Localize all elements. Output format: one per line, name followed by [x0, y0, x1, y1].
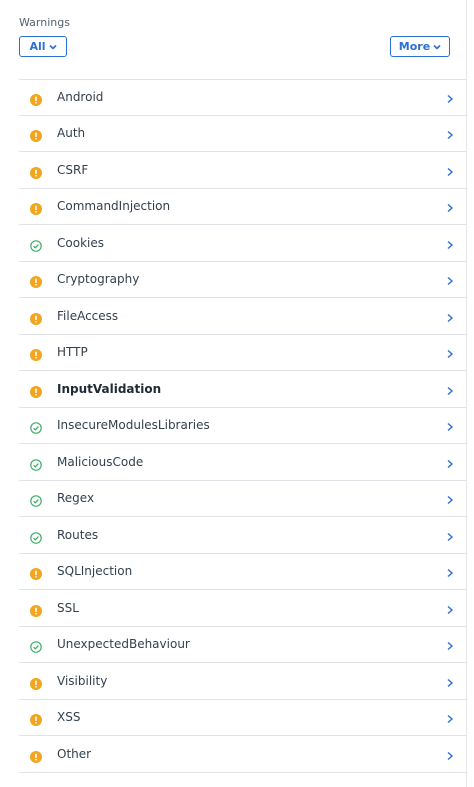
list-item[interactable]: Cookies: [19, 225, 466, 262]
chevron-right-icon[interactable]: [446, 709, 454, 724]
list-item[interactable]: Other: [19, 736, 466, 773]
chevron-right-icon[interactable]: [446, 527, 454, 541]
check-circle-icon: [30, 638, 42, 654]
list-item[interactable]: Cryptography: [19, 262, 466, 298]
warning-icon: [30, 602, 42, 617]
list-item-label: UnexpectedBehaviour: [57, 637, 190, 652]
list-item-label: Visibility: [57, 673, 108, 688]
warning-icon: [30, 383, 42, 398]
list-item[interactable]: UnexpectedBehaviour: [19, 627, 466, 663]
warnings-list: Android Auth CSRF CommandInjection Cookies Cr…: [19, 79, 466, 773]
list-item-label: CSRF: [57, 162, 89, 177]
warning-icon: [30, 200, 42, 216]
list-item-label: HTTP: [57, 345, 88, 360]
list-item[interactable]: Regex: [19, 481, 466, 517]
list-item[interactable]: Routes: [19, 517, 466, 554]
chevron-right-icon[interactable]: [446, 344, 454, 359]
check-circle-icon: [30, 456, 42, 471]
list-item[interactable]: InputValidation: [19, 371, 466, 408]
page-title: Warnings: [19, 16, 70, 29]
chevron-right-icon[interactable]: [446, 235, 454, 249]
more-label: More: [398, 40, 431, 53]
list-item-label: InsecureModulesLibraries: [57, 418, 210, 433]
list-item[interactable]: XSS: [19, 700, 466, 736]
chevron-right-icon[interactable]: [446, 125, 454, 140]
chevron-down-icon: [433, 44, 441, 50]
list-item[interactable]: CSRF: [19, 152, 466, 189]
list-item-label: Cryptography: [57, 272, 140, 287]
list-item-label: Routes: [57, 527, 99, 542]
chevron-right-icon[interactable]: [446, 381, 454, 395]
list-item-label: MaliciousCode: [57, 454, 144, 469]
chevron-right-icon[interactable]: [446, 198, 454, 213]
list-item[interactable]: SSL: [19, 590, 466, 627]
warning-icon: [30, 273, 42, 289]
check-circle-icon: [30, 492, 42, 508]
warning-icon: [30, 127, 42, 143]
chevron-right-icon[interactable]: [446, 746, 454, 760]
check-circle-icon: [30, 419, 42, 435]
list-item-label: CommandInjection: [57, 199, 171, 214]
list-item-label: Other: [57, 746, 92, 761]
chevron-right-icon[interactable]: [446, 417, 454, 432]
chevron-right-icon[interactable]: [446, 162, 454, 176]
list-item-label: Android: [57, 90, 104, 105]
filter-all-label: All: [29, 40, 46, 53]
warning-icon: [30, 91, 42, 107]
check-circle-icon: [30, 529, 42, 544]
list-item-label: InputValidation: [57, 381, 162, 396]
list-item-label: FileAccess: [57, 308, 119, 323]
warning-icon: [30, 346, 42, 362]
chevron-right-icon[interactable]: [446, 636, 454, 651]
chevron-right-icon[interactable]: [446, 673, 454, 687]
list-item-label: XSS: [57, 710, 81, 725]
list-item[interactable]: FileAccess: [19, 298, 466, 335]
chevron-right-icon[interactable]: [446, 271, 454, 286]
list-item[interactable]: HTTP: [19, 335, 466, 371]
warning-icon: [30, 565, 42, 581]
chevron-right-icon[interactable]: [446, 600, 454, 614]
list-item[interactable]: Visibility: [19, 663, 466, 700]
warning-icon: [30, 164, 42, 179]
warning-icon: [30, 711, 42, 727]
warning-icon: [30, 310, 42, 325]
more-dropdown[interactable]: More: [390, 36, 450, 57]
chevron-down-icon: [48, 44, 57, 50]
chevron-right-icon[interactable]: [446, 563, 454, 578]
warning-icon: [30, 748, 42, 763]
chevron-right-icon[interactable]: [446, 490, 454, 505]
warning-icon: [30, 675, 42, 690]
list-item-label: Cookies: [57, 235, 104, 250]
list-item-label: SSL: [57, 600, 79, 615]
list-item-label: Auth: [57, 126, 86, 141]
list-item[interactable]: InsecureModulesLibraries: [19, 408, 466, 444]
list-item[interactable]: MaliciousCode: [19, 444, 466, 481]
chevron-right-icon[interactable]: [446, 308, 454, 322]
list-item-label: Regex: [57, 491, 95, 506]
chevron-right-icon[interactable]: [446, 89, 454, 104]
list-item-label: SQLInjection: [57, 564, 133, 579]
filter-all-dropdown[interactable]: All: [19, 36, 67, 57]
panel-edge: [466, 0, 467, 787]
list-item[interactable]: Android: [19, 79, 466, 116]
chevron-right-icon[interactable]: [446, 454, 454, 468]
list-item[interactable]: Auth: [19, 116, 466, 152]
list-item[interactable]: CommandInjection: [19, 189, 466, 225]
list-item[interactable]: SQLInjection: [19, 554, 466, 590]
check-circle-icon: [30, 237, 42, 252]
